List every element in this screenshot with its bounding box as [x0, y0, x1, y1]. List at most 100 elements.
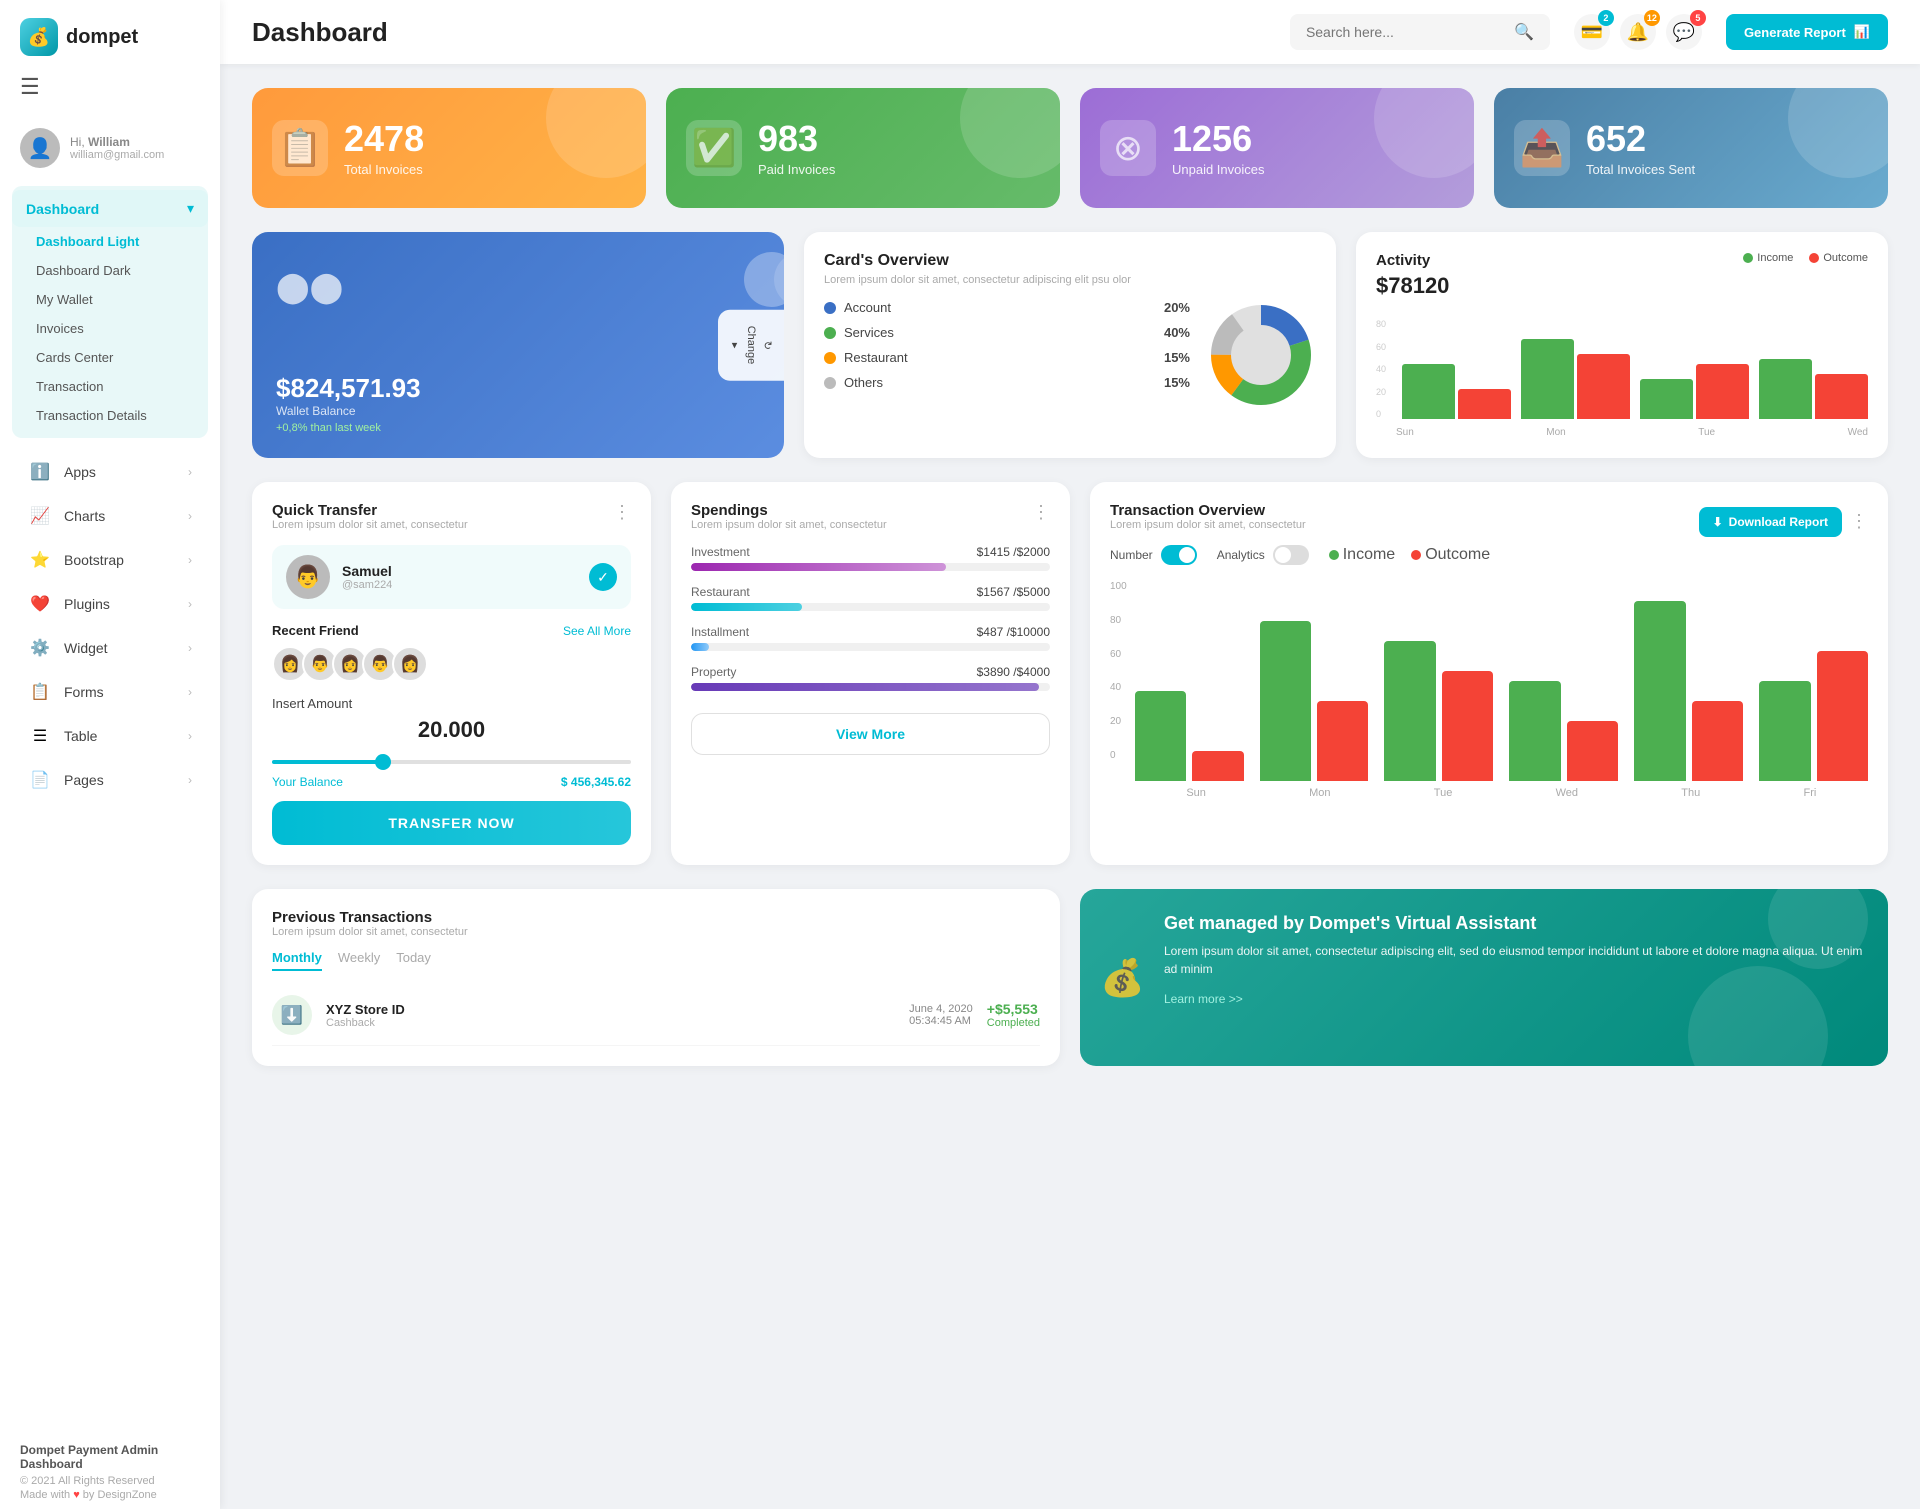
bootstrap-icon: ⭐: [28, 548, 52, 572]
wallet-badge: 2: [1598, 10, 1614, 26]
overview-account-row: Account 20%: [824, 300, 1190, 315]
stat-cards: 📋 2478 Total Invoices ✅ 983 Paid Invoice…: [252, 88, 1888, 208]
subnav-cards-center[interactable]: Cards Center: [12, 343, 208, 372]
bottom-row: Quick Transfer Lorem ipsum dolor sit ame…: [252, 482, 1888, 865]
y-label-60: 60: [1110, 649, 1127, 660]
amount-display: 20.000: [272, 717, 631, 743]
sidebar-item-widget[interactable]: ⚙️Widget ›: [8, 626, 212, 670]
income-legend-dot: [1743, 253, 1753, 263]
chevron-right-icon: ›: [188, 773, 192, 787]
download-report-label: Download Report: [1729, 515, 1828, 529]
chevron-right-icon: ›: [188, 685, 192, 699]
activity-title: Activity: [1376, 252, 1449, 269]
spending-property: Property $3890 /$4000: [691, 665, 1050, 691]
chevron-right-icon: ›: [188, 729, 192, 743]
hamburger-menu-icon[interactable]: ☰: [0, 66, 220, 116]
cards-overview-card: Card's Overview Lorem ipsum dolor sit am…: [804, 232, 1336, 458]
label-sun: Sun: [1396, 427, 1414, 438]
tx-amount: +$5,553: [987, 1001, 1040, 1017]
bar-wed-outcome: [1815, 374, 1868, 419]
y-label-100: 100: [1110, 581, 1127, 592]
stat-unpaid-invoices-number: 1256: [1172, 119, 1265, 159]
account-dot: [824, 302, 836, 314]
sidebar-item-charts[interactable]: 📈Charts ›: [8, 494, 212, 538]
to-bar-thu-income: [1634, 601, 1685, 781]
apps-icon: ℹ️: [28, 460, 52, 484]
transaction-overview-menu-icon[interactable]: ⋮: [1850, 511, 1868, 532]
spendings-menu-icon[interactable]: ⋮: [1032, 502, 1050, 523]
outcome-legend-dot: [1809, 253, 1819, 263]
subnav-invoices[interactable]: Invoices: [12, 314, 208, 343]
generate-report-button[interactable]: Generate Report 📊: [1726, 14, 1888, 50]
subnav-my-wallet[interactable]: My Wallet: [12, 285, 208, 314]
chat-icon-btn[interactable]: 💬 5: [1666, 14, 1702, 50]
y-label-40: 40: [1110, 682, 1127, 693]
toggle-analytics-switch[interactable]: [1273, 545, 1309, 565]
spending-restaurant: Restaurant $1567 /$5000: [691, 585, 1050, 611]
pie-chart: [1206, 300, 1316, 410]
spendings-card: Spendings Lorem ipsum dolor sit amet, co…: [671, 482, 1070, 865]
tx-date: June 4, 2020: [909, 1003, 973, 1015]
stat-total-invoices-number: 2478: [344, 119, 424, 159]
user-email: william@gmail.com: [70, 149, 164, 161]
sidebar-item-forms[interactable]: 📋Forms ›: [8, 670, 212, 714]
toggle-number-label: Number: [1110, 548, 1153, 562]
sidebar-item-bootstrap[interactable]: ⭐Bootstrap ›: [8, 538, 212, 582]
tx-status: Completed: [987, 1017, 1040, 1029]
to-bar-wed-outcome: [1567, 721, 1618, 781]
subnav-transaction-details[interactable]: Transaction Details: [12, 401, 208, 430]
wallet-icon-btn[interactable]: 💳 2: [1574, 14, 1610, 50]
to-label-tue: Tue: [1434, 787, 1453, 799]
change-button[interactable]: ↻ Change ▾: [718, 310, 784, 381]
chevron-down-icon: ▾: [187, 200, 194, 217]
subnav-transaction[interactable]: Transaction: [12, 372, 208, 401]
stat-card-sent-invoices: 📤 652 Total Invoices Sent: [1494, 88, 1888, 208]
prev-transactions-card: Previous Transactions Lorem ipsum dolor …: [252, 889, 1060, 1066]
sidebar-item-table[interactable]: ☰Table ›: [8, 714, 212, 758]
services-dot: [824, 327, 836, 339]
forms-icon: 📋: [28, 680, 52, 704]
bar-mon-income: [1521, 339, 1574, 419]
download-report-button[interactable]: ⬇ Download Report: [1699, 507, 1842, 537]
transfer-now-button[interactable]: TRANSFER NOW: [272, 801, 631, 845]
sidebar-item-apps[interactable]: ℹ️Apps ›: [8, 450, 212, 494]
prev-transactions-desc: Lorem ipsum dolor sit amet, consectetur: [272, 926, 1040, 938]
chevron-right-icon: ›: [188, 597, 192, 611]
prev-transactions-title: Previous Transactions: [272, 909, 1040, 926]
sidebar-item-plugins[interactable]: ❤️Plugins ›: [8, 582, 212, 626]
tab-weekly[interactable]: Weekly: [338, 950, 380, 971]
chevron-right-icon: ›: [188, 509, 192, 523]
stat-unpaid-invoices-label: Unpaid Invoices: [1172, 162, 1265, 177]
transfer-user-id: @sam224: [342, 579, 577, 591]
subnav-dashboard-light[interactable]: Dashboard Light: [12, 227, 208, 256]
tab-today[interactable]: Today: [396, 950, 431, 971]
toggle-number-switch[interactable]: [1161, 545, 1197, 565]
friend-avatars: 👩 👨 👩 👨 👩: [272, 646, 631, 682]
search-input[interactable]: [1306, 24, 1506, 40]
label-mon: Mon: [1546, 427, 1565, 438]
notification-icon-btn[interactable]: 🔔 12: [1620, 14, 1656, 50]
paid-icon: ✅: [686, 120, 742, 176]
invoice-icon: 📋: [272, 120, 328, 176]
refresh-icon: ↻: [761, 340, 774, 349]
cards-overview-title: Card's Overview: [824, 252, 1316, 270]
to-bar-thu-outcome: [1692, 701, 1743, 781]
amount-slider[interactable]: [272, 760, 631, 764]
wallet-amount: $824,571.93: [276, 373, 760, 404]
chevron-right-icon: ›: [188, 553, 192, 567]
tx-time: 05:34:45 AM: [909, 1015, 973, 1027]
activity-amount: $78120: [1376, 273, 1449, 299]
dashboard-nav-label: Dashboard: [26, 201, 99, 217]
tab-monthly[interactable]: Monthly: [272, 950, 322, 971]
sidebar-item-pages[interactable]: 📄Pages ›: [8, 758, 212, 802]
widget-icon: ⚙️: [28, 636, 52, 660]
logo-text: dompet: [66, 26, 138, 49]
sidebar-item-dashboard[interactable]: Dashboard ▾: [12, 190, 208, 227]
subnav-dashboard-dark[interactable]: Dashboard Dark: [12, 256, 208, 285]
spending-investment: Investment $1415 /$2000: [691, 545, 1050, 571]
quick-transfer-menu-icon[interactable]: ⋮: [613, 502, 631, 523]
va-learn-more-link[interactable]: Learn more >>: [1164, 992, 1243, 1006]
pie-container: Account 20% Services 40% Restaurant 15%: [824, 300, 1316, 410]
see-all-link[interactable]: See All More: [563, 624, 631, 638]
view-more-button[interactable]: View More: [691, 713, 1050, 755]
